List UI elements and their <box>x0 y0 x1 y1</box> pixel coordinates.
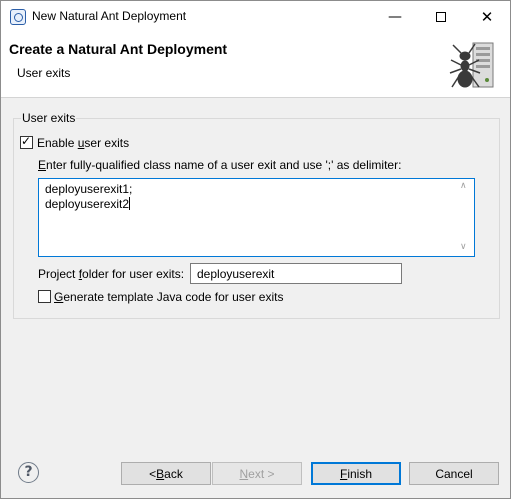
text-caret <box>129 197 131 210</box>
textarea-line: deployuserexit2 <box>45 197 131 211</box>
enable-user-exits-checkbox[interactable]: ✓ <box>20 134 33 149</box>
ant-server-icon <box>449 42 494 88</box>
cancel-button[interactable]: Cancel <box>409 462 499 485</box>
generate-template-label[interactable]: Generate template Java code for user exi… <box>54 290 283 304</box>
group-label: User exits <box>21 111 77 125</box>
help-icon[interactable]: ? <box>18 462 39 483</box>
user-exit-classnames-textarea[interactable]: deployuserexit1; deployuserexit2 ∧ ∨ <box>38 178 475 257</box>
checkmark-icon: ✓ <box>21 134 32 148</box>
textarea-scrollbar[interactable]: ∧ ∨ <box>457 179 474 256</box>
page-subtitle: User exits <box>17 66 71 80</box>
scroll-down-icon[interactable]: ∨ <box>460 242 467 252</box>
close-button[interactable]: ✕ <box>464 1 510 32</box>
scroll-up-icon[interactable]: ∧ <box>460 181 467 191</box>
maximize-button[interactable] <box>418 1 464 32</box>
textarea-line: deployuserexit1; <box>45 182 133 196</box>
classname-label: Enter fully-qualified class name of a us… <box>38 158 402 172</box>
back-button[interactable]: < Back <box>121 462 211 485</box>
minimize-button[interactable]: — <box>372 1 418 32</box>
project-folder-input[interactable]: deployuserexit <box>190 263 402 284</box>
enable-user-exits-label[interactable]: Enable user exits <box>37 136 129 150</box>
finish-button[interactable]: Finish <box>311 462 401 485</box>
project-folder-label: Project folder for user exits: <box>38 267 185 281</box>
page-title: Create a Natural Ant Deployment <box>9 41 228 57</box>
wizard-banner: Create a Natural Ant Deployment User exi… <box>1 32 510 98</box>
next-button[interactable]: Next > <box>212 462 302 485</box>
eclipse-app-icon <box>10 9 26 25</box>
dialog-window: New Natural Ant Deployment — ✕ Create a … <box>0 0 511 499</box>
title-bar[interactable]: New Natural Ant Deployment — ✕ <box>1 1 510 32</box>
window-title: New Natural Ant Deployment <box>32 9 187 23</box>
maximize-icon <box>436 11 446 22</box>
generate-template-checkbox[interactable] <box>38 290 51 303</box>
